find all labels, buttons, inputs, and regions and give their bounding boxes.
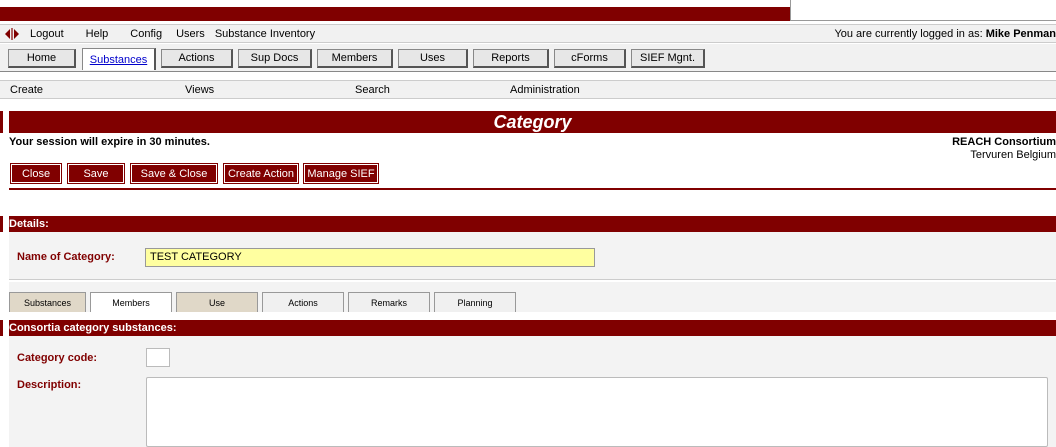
tab-lower-planning[interactable]: Planning: [434, 292, 516, 312]
divider: [790, 0, 791, 21]
page-title: Category: [9, 111, 1056, 133]
tab-substances[interactable]: Substances: [82, 48, 156, 70]
tab-cforms[interactable]: cForms: [554, 49, 626, 68]
submenu-search[interactable]: Search: [355, 84, 390, 96]
edge-fragment: [0, 216, 3, 232]
tab-sief-mgnt[interactable]: SIEF Mgnt.: [631, 49, 705, 68]
edge-fragment: [0, 320, 3, 336]
save-close-button[interactable]: Save & Close: [130, 163, 218, 184]
app-logo-icon: [5, 27, 19, 40]
close-button[interactable]: Close: [10, 163, 62, 184]
tab-lower-members[interactable]: Members: [90, 292, 172, 312]
menu-help[interactable]: Help: [86, 28, 109, 40]
tab-reports[interactable]: Reports: [473, 49, 549, 68]
divider: [9, 188, 1056, 190]
login-status: You are currently logged in as: Mike Pen…: [834, 28, 1056, 40]
tab-uses[interactable]: Uses: [398, 49, 468, 68]
tab-sup-docs[interactable]: Sup Docs: [238, 49, 312, 68]
main-tabs: Home Substances Actions Sup Docs Members…: [0, 44, 1056, 72]
org-location: Tervuren Belgium: [970, 149, 1056, 161]
menu-users[interactable]: Users: [176, 28, 205, 40]
tab-lower-substances[interactable]: Substances: [9, 292, 86, 312]
login-prefix: You are currently logged in as:: [834, 28, 986, 40]
tab-actions[interactable]: Actions: [161, 49, 233, 68]
divider: [790, 20, 1056, 21]
save-button[interactable]: Save: [67, 163, 125, 184]
category-code-input[interactable]: [146, 348, 170, 367]
menu-substance-inventory[interactable]: Substance Inventory: [215, 28, 315, 40]
section-header: Consortia category substances:: [9, 320, 1056, 336]
submenu-views[interactable]: Views: [185, 84, 214, 96]
name-of-category-input[interactable]: TEST CATEGORY: [145, 248, 595, 267]
description-input[interactable]: [146, 377, 1048, 447]
menu-config[interactable]: Config: [130, 28, 162, 40]
manage-sief-button[interactable]: Manage SIEF: [303, 163, 379, 184]
tab-members[interactable]: Members: [317, 49, 393, 68]
header-banner: [0, 7, 790, 21]
org-name: REACH Consortium: [952, 136, 1056, 148]
edge-fragment: [0, 111, 3, 133]
tab-lower-actions[interactable]: Actions: [262, 292, 344, 312]
submenu-create[interactable]: Create: [10, 84, 43, 96]
menu-logout[interactable]: Logout: [30, 28, 64, 40]
session-notice: Your session will expire in 30 minutes.: [9, 136, 210, 148]
details-header: Details:: [9, 216, 1056, 232]
tab-home[interactable]: Home: [8, 49, 76, 68]
top-menu-bar: Logout Help Config Users Substance Inven…: [0, 24, 1056, 43]
tab-lower-remarks[interactable]: Remarks: [348, 292, 430, 312]
login-user: Mike Penman: [985, 28, 1056, 40]
category-code-label: Category code:: [17, 352, 98, 364]
sub-menu-bar: Create Views Search Administration: [0, 80, 1056, 99]
tab-lower-use[interactable]: Use: [176, 292, 258, 312]
name-of-category-label: Name of Category:: [17, 251, 115, 263]
create-action-button[interactable]: Create Action: [223, 163, 299, 184]
submenu-administration[interactable]: Administration: [510, 84, 580, 96]
description-label: Description:: [17, 379, 82, 391]
